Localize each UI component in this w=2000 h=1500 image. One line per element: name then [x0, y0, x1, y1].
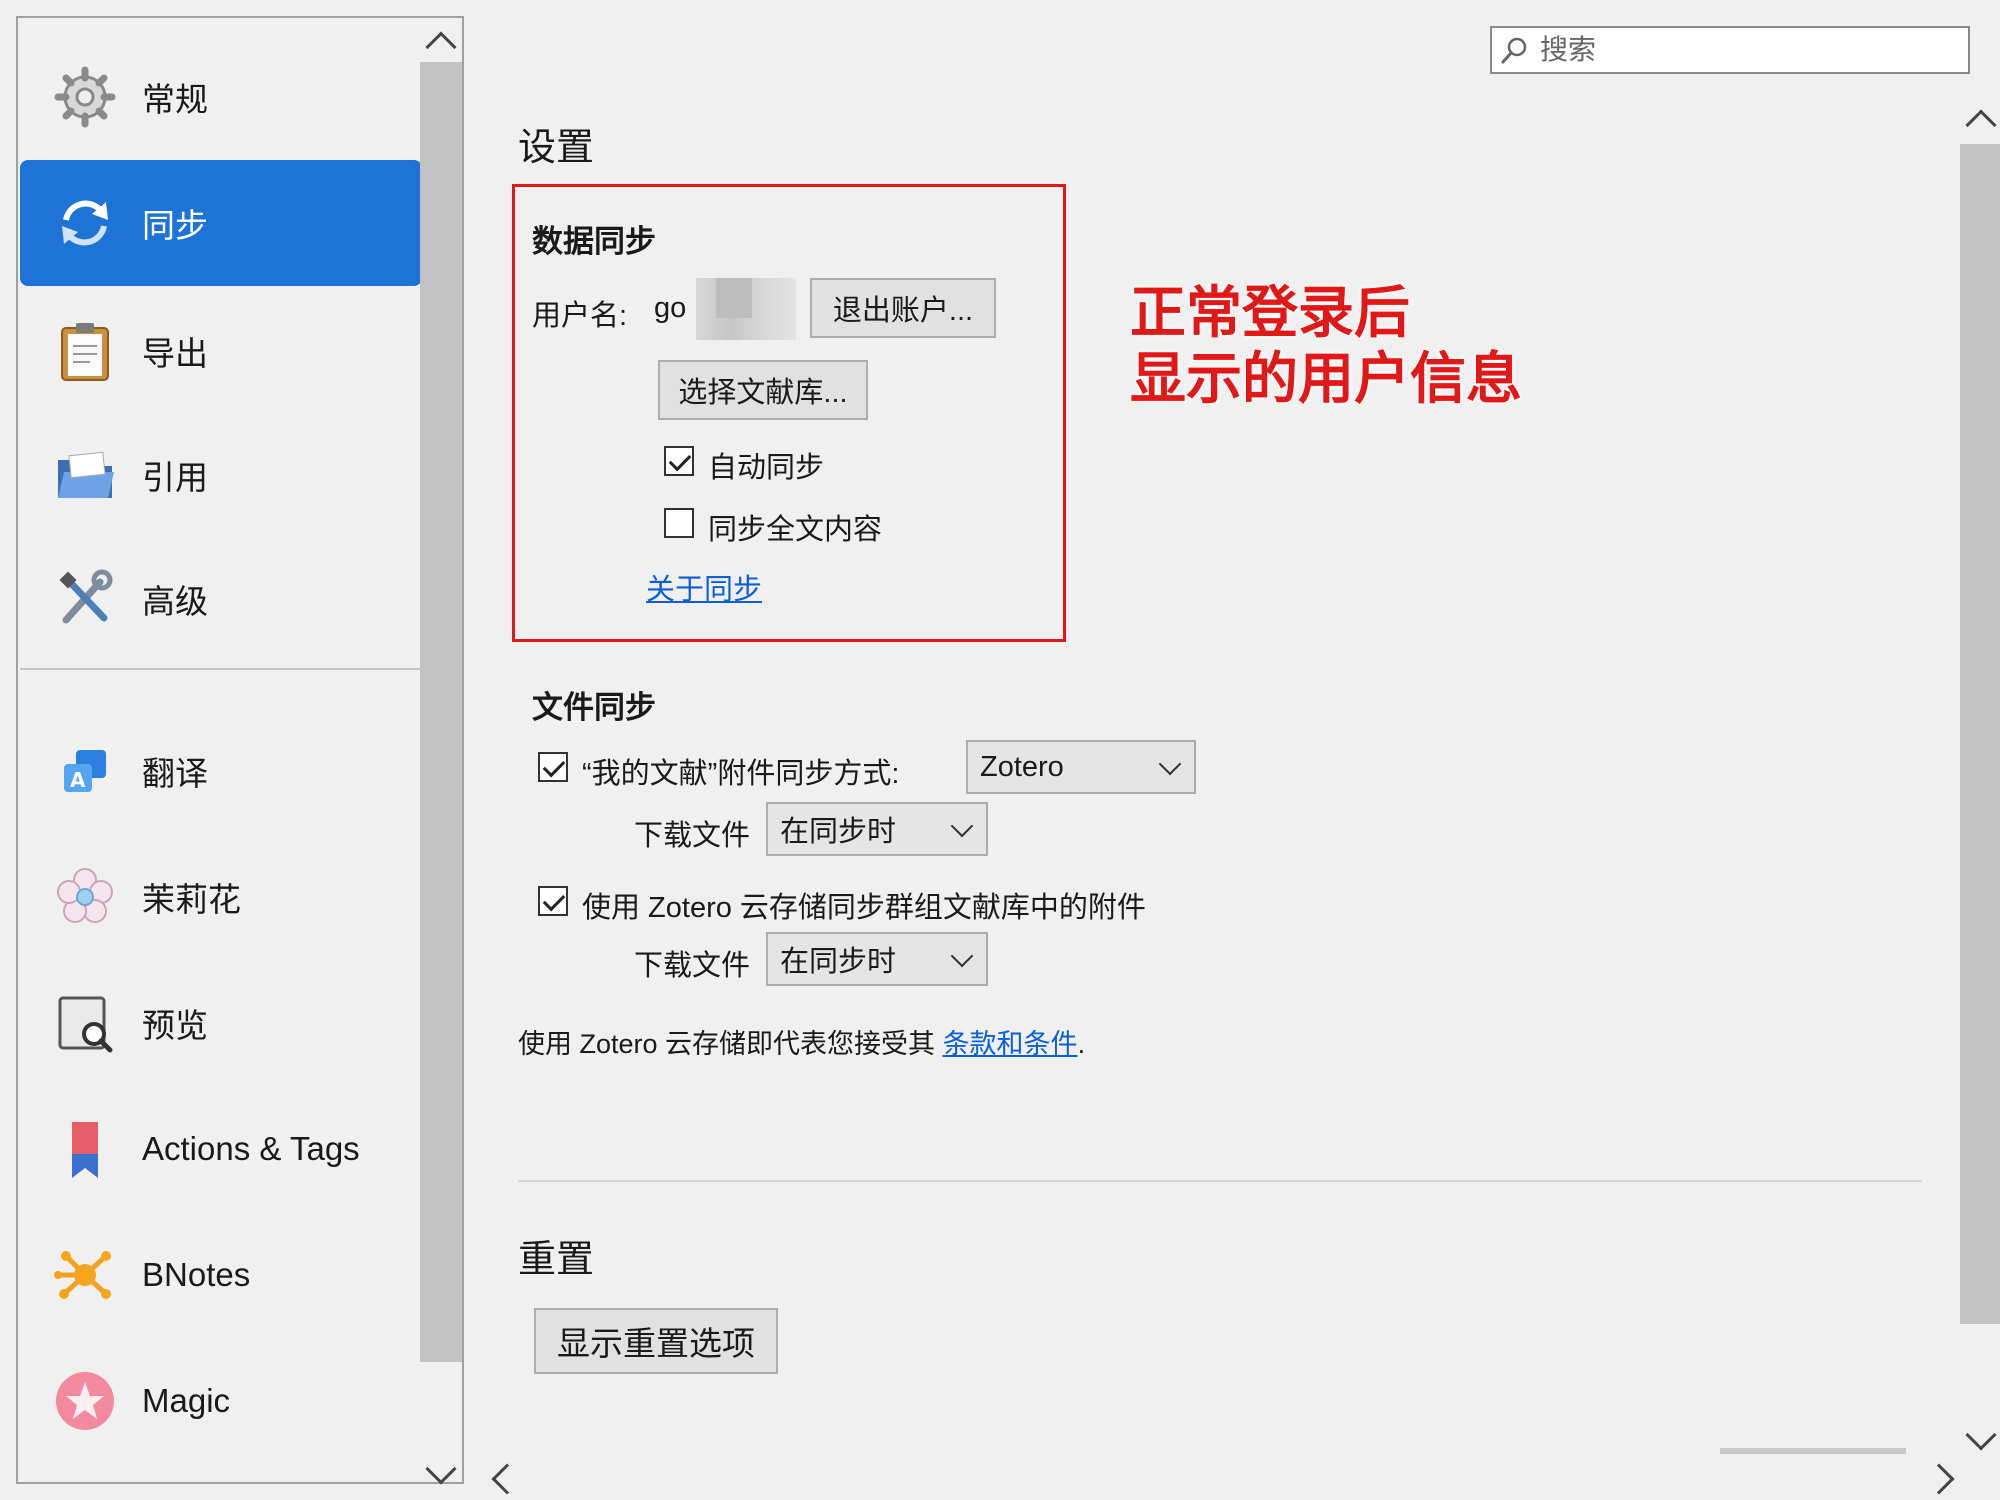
group-sync-label: 使用 Zotero 云存储同步群组文献库中的附件 — [582, 892, 1146, 924]
sidebar-item-label: 茉莉花 — [142, 881, 241, 918]
fulltext-sync-label: 同步全文内容 — [708, 514, 883, 546]
download-files-label-1: 下载文件 — [634, 820, 751, 852]
sidebar-item-label: 翻译 — [142, 755, 208, 792]
annotation-line-1: 正常登录后 — [1130, 280, 1410, 346]
sidebar-item-jasmine[interactable]: 茉莉花 — [20, 834, 422, 960]
section-divider — [518, 1180, 1922, 1182]
sidebar-item-actions-tags[interactable]: Actions & Tags — [20, 1086, 422, 1212]
sidebar-item-label: 导出 — [142, 335, 208, 372]
terms-end: . — [1077, 1029, 1086, 1059]
username-redacted — [696, 278, 796, 340]
username-label: 用户名: — [532, 300, 628, 332]
scroll-up-arrow-icon[interactable] — [1965, 109, 1997, 141]
sidebar-item-label: 同步 — [142, 207, 208, 244]
sidebar-item-sync[interactable]: 同步 — [20, 160, 422, 286]
scroll-up-arrow-icon[interactable] — [425, 31, 457, 63]
tools-icon — [59, 569, 113, 624]
download-files-select-1[interactable]: 在同步时 — [766, 802, 988, 856]
sidebar-item-label: Magic — [142, 1382, 231, 1419]
clipboard-icon — [61, 323, 109, 381]
auto-sync-checkbox[interactable] — [664, 446, 694, 476]
jasmine-flower-icon — [57, 868, 113, 923]
svg-text:A: A — [70, 768, 86, 792]
preview-icon — [58, 996, 113, 1053]
chevron-down-icon — [1158, 752, 1182, 776]
sync-method-select[interactable]: Zotero — [966, 740, 1196, 794]
show-reset-options-button[interactable]: 显示重置选项 — [534, 1308, 778, 1374]
sidebar-divider — [20, 668, 422, 670]
download-files-value-2: 在同步时 — [780, 946, 897, 978]
scroll-right-arrow-icon[interactable] — [1923, 1463, 1955, 1495]
sidebar-item-label: Actions & Tags — [142, 1130, 360, 1167]
search-icon — [1501, 37, 1527, 64]
username-value: go — [654, 292, 687, 324]
annotation-text: 正常登录后 显示的用户信息 — [1130, 280, 1522, 412]
main-scroll-thumb[interactable] — [1960, 144, 2000, 1324]
sidebar-item-label: 引用 — [142, 459, 208, 496]
scroll-down-arrow-icon[interactable] — [1965, 1419, 1997, 1451]
terms-text: 使用 Zotero 云存储即代表您接受其 — [518, 1029, 936, 1059]
chevron-down-icon — [950, 814, 974, 838]
sidebar-item-magic[interactable]: Magic — [20, 1338, 422, 1464]
main-scrollbar[interactable] — [1960, 108, 2000, 1451]
choose-library-button[interactable]: 选择文献库... — [658, 360, 868, 420]
scroll-left-arrow-icon[interactable] — [491, 1463, 523, 1495]
data-sync-heading: 数据同步 — [532, 224, 656, 259]
search-box[interactable] — [1490, 26, 1970, 74]
sidebar-item-cite[interactable]: 引用 — [20, 412, 422, 538]
sync-icon — [62, 200, 108, 246]
scroll-down-arrow-icon[interactable] — [425, 1453, 457, 1485]
bookmark-icon — [72, 1122, 98, 1178]
sync-method-value: Zotero — [980, 750, 1064, 783]
group-sync-checkbox[interactable] — [538, 886, 568, 916]
about-sync-link[interactable]: 关于同步 — [646, 566, 762, 608]
sidebar-item-advanced[interactable]: 高级 — [20, 536, 422, 662]
preferences-sidebar: 常规 同步 导出 引用 高级 A 翻译 茉莉花 预览 Actions & Tag… — [16, 16, 464, 1485]
gear-icon — [54, 66, 116, 128]
search-input[interactable] — [1538, 33, 1942, 67]
magic-icon — [56, 1372, 114, 1430]
my-library-sync-checkbox[interactable] — [538, 752, 568, 782]
terms-link[interactable]: 条款和条件 — [943, 1029, 1078, 1059]
sidebar-scroll-thumb[interactable] — [420, 62, 462, 1362]
sidebar-item-bnotes[interactable]: BNotes — [20, 1212, 422, 1338]
auto-sync-label: 自动同步 — [708, 452, 825, 484]
download-files-select-2[interactable]: 在同步时 — [766, 932, 988, 986]
my-library-sync-label: “我的文献”附件同步方式: — [582, 758, 900, 790]
folder-icon — [58, 451, 114, 498]
chevron-down-icon — [950, 944, 974, 968]
sidebar-item-label: 常规 — [142, 81, 208, 118]
sidebar-item-label: 高级 — [142, 583, 208, 620]
sidebar-item-general[interactable]: 常规 — [20, 34, 422, 160]
download-files-value-1: 在同步时 — [780, 816, 897, 848]
file-sync-heading: 文件同步 — [532, 690, 656, 725]
horizontal-scroll-thumb[interactable] — [1720, 1448, 1906, 1454]
terms-notice: 使用 Zotero 云存储即代表您接受其 条款和条件. — [518, 1022, 1085, 1061]
sidebar-item-export[interactable]: 导出 — [20, 288, 422, 414]
sidebar-item-label: 预览 — [142, 1007, 208, 1044]
logout-button[interactable]: 退出账户... — [810, 278, 996, 338]
translate-icon: A — [64, 750, 106, 792]
bnotes-icon — [54, 1251, 111, 1299]
reset-heading: 重置 — [518, 1239, 595, 1281]
download-files-label-2: 下载文件 — [634, 950, 751, 982]
fulltext-sync-checkbox[interactable] — [664, 508, 694, 538]
sidebar-item-translate[interactable]: A 翻译 — [20, 708, 422, 834]
sidebar-item-label: BNotes — [142, 1256, 251, 1293]
sidebar-scrollbar[interactable] — [420, 18, 462, 1485]
page-title: 设置 — [518, 127, 595, 169]
sidebar-item-preview[interactable]: 预览 — [20, 960, 422, 1086]
annotation-line-2: 显示的用户信息 — [1130, 346, 1522, 412]
